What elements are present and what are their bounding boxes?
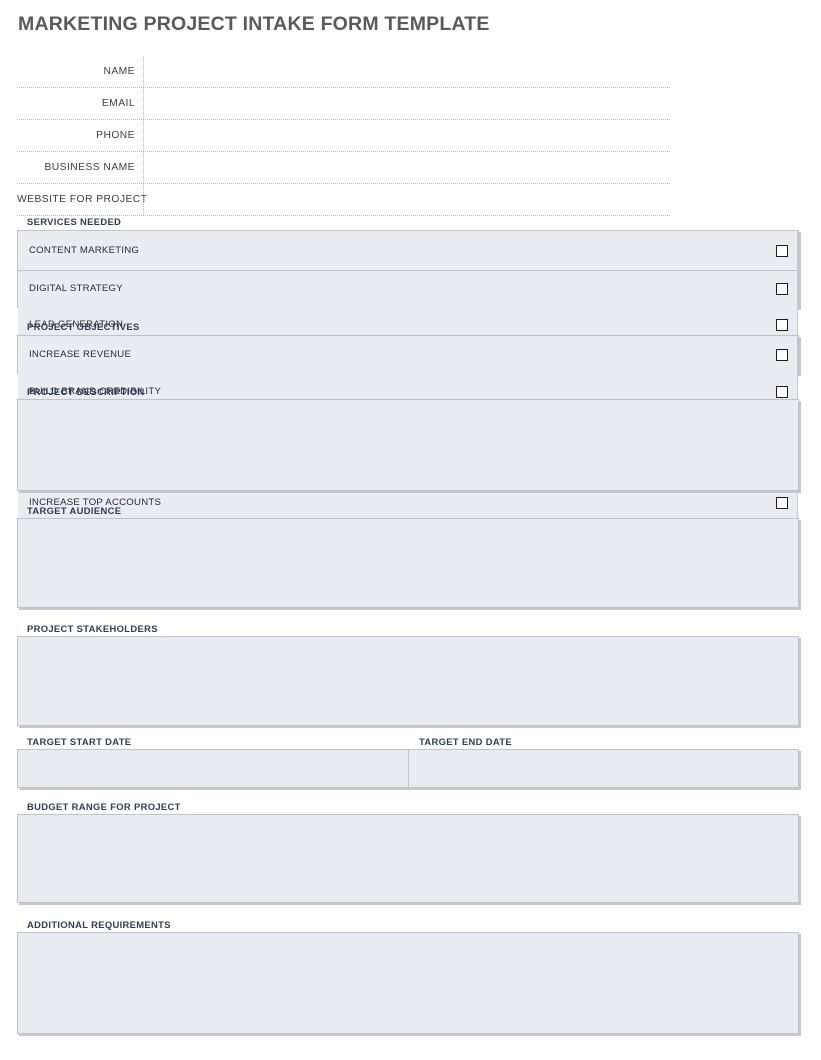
service-option-digital-strategy[interactable]: DIGITAL STRATEGY: [18, 271, 798, 307]
project-description-textarea[interactable]: [17, 399, 799, 491]
email-input[interactable]: [143, 88, 670, 119]
checkbox-icon[interactable]: [776, 385, 788, 398]
budget-range-heading: BUDGET RANGE FOR PROJECT: [27, 801, 181, 812]
name-label: NAME: [103, 66, 135, 77]
budget-range-textarea[interactable]: [17, 814, 799, 903]
services-needed-grid-row-2: DIGITAL STRATEGY LEAD GENERATION MOBILE …: [17, 270, 799, 487]
checkbox-icon[interactable]: [776, 244, 788, 257]
project-objectives-grid: INCREASE REVENUE BUILD BRAND CREDIBILITY…: [17, 335, 799, 558]
project-description-heading: PROJECT DESCRIPTION: [27, 386, 145, 397]
additional-requirements-textarea[interactable]: [17, 932, 799, 1034]
service-label: DIGITAL STRATEGY: [29, 283, 123, 294]
target-start-date-input[interactable]: [18, 750, 409, 787]
additional-requirements-heading: ADDITIONAL REQUIREMENTS: [27, 919, 171, 930]
target-audience-heading: TARGET AUDIENCE: [27, 505, 122, 516]
target-end-date-heading: TARGET END DATE: [419, 736, 512, 747]
website-for-project-input[interactable]: [143, 184, 670, 215]
website-for-project-label: WEBSITE FOR PROJECT: [17, 194, 148, 205]
phone-input[interactable]: [143, 120, 670, 151]
checkbox-icon[interactable]: [776, 348, 788, 361]
service-label: CONTENT MARKETING: [29, 244, 140, 256]
checkbox-icon[interactable]: [776, 319, 788, 331]
project-objectives-heading: PROJECT OBJECTIVES: [27, 321, 140, 332]
checkbox-icon[interactable]: [776, 283, 788, 295]
business-name-label: BUSINESS NAME: [44, 162, 135, 173]
objective-option-increase-revenue[interactable]: INCREASE REVENUE: [18, 336, 798, 373]
project-description-value: [18, 400, 798, 412]
target-audience-textarea[interactable]: [17, 518, 799, 608]
project-stakeholders-heading: PROJECT STAKEHOLDERS: [27, 623, 158, 634]
service-option-content-marketing[interactable]: CONTENT MARKETING: [18, 231, 798, 270]
contact-row-website-for-project: WEBSITE FOR PROJECT: [17, 184, 670, 216]
phone-label: PHONE: [96, 130, 135, 141]
page-title: MARKETING PROJECT INTAKE FORM TEMPLATE: [18, 13, 490, 35]
budget-range-value: [18, 815, 798, 827]
marketing-project-intake-form: MARKETING PROJECT INTAKE FORM TEMPLATE N…: [0, 0, 821, 1060]
business-name-input[interactable]: [143, 152, 670, 183]
project-stakeholders-value: [18, 637, 798, 649]
contact-row-phone: PHONE: [17, 120, 670, 152]
contact-row-email: EMAIL: [17, 88, 670, 120]
contact-info-section: NAME EMAIL PHONE BUSINESS NAME WEBSITE F…: [17, 56, 670, 216]
target-audience-value: [18, 519, 798, 531]
target-date-row: [17, 749, 799, 788]
project-stakeholders-textarea[interactable]: [17, 636, 799, 726]
target-start-date-heading: TARGET START DATE: [27, 736, 132, 747]
checkbox-icon[interactable]: [776, 496, 788, 509]
contact-row-business-name: BUSINESS NAME: [17, 152, 670, 184]
objective-label: INCREASE REVENUE: [29, 348, 132, 360]
email-label: EMAIL: [101, 98, 135, 109]
name-input[interactable]: [143, 56, 670, 87]
contact-row-name: NAME: [17, 56, 670, 88]
additional-requirements-value: [18, 933, 798, 945]
services-needed-grid-row-1: CONTENT MARKETING WEBSITE DESIGN SEARCH …: [17, 230, 799, 465]
target-end-date-input[interactable]: [409, 750, 798, 787]
services-needed-heading: SERVICES NEEDED: [27, 216, 122, 227]
